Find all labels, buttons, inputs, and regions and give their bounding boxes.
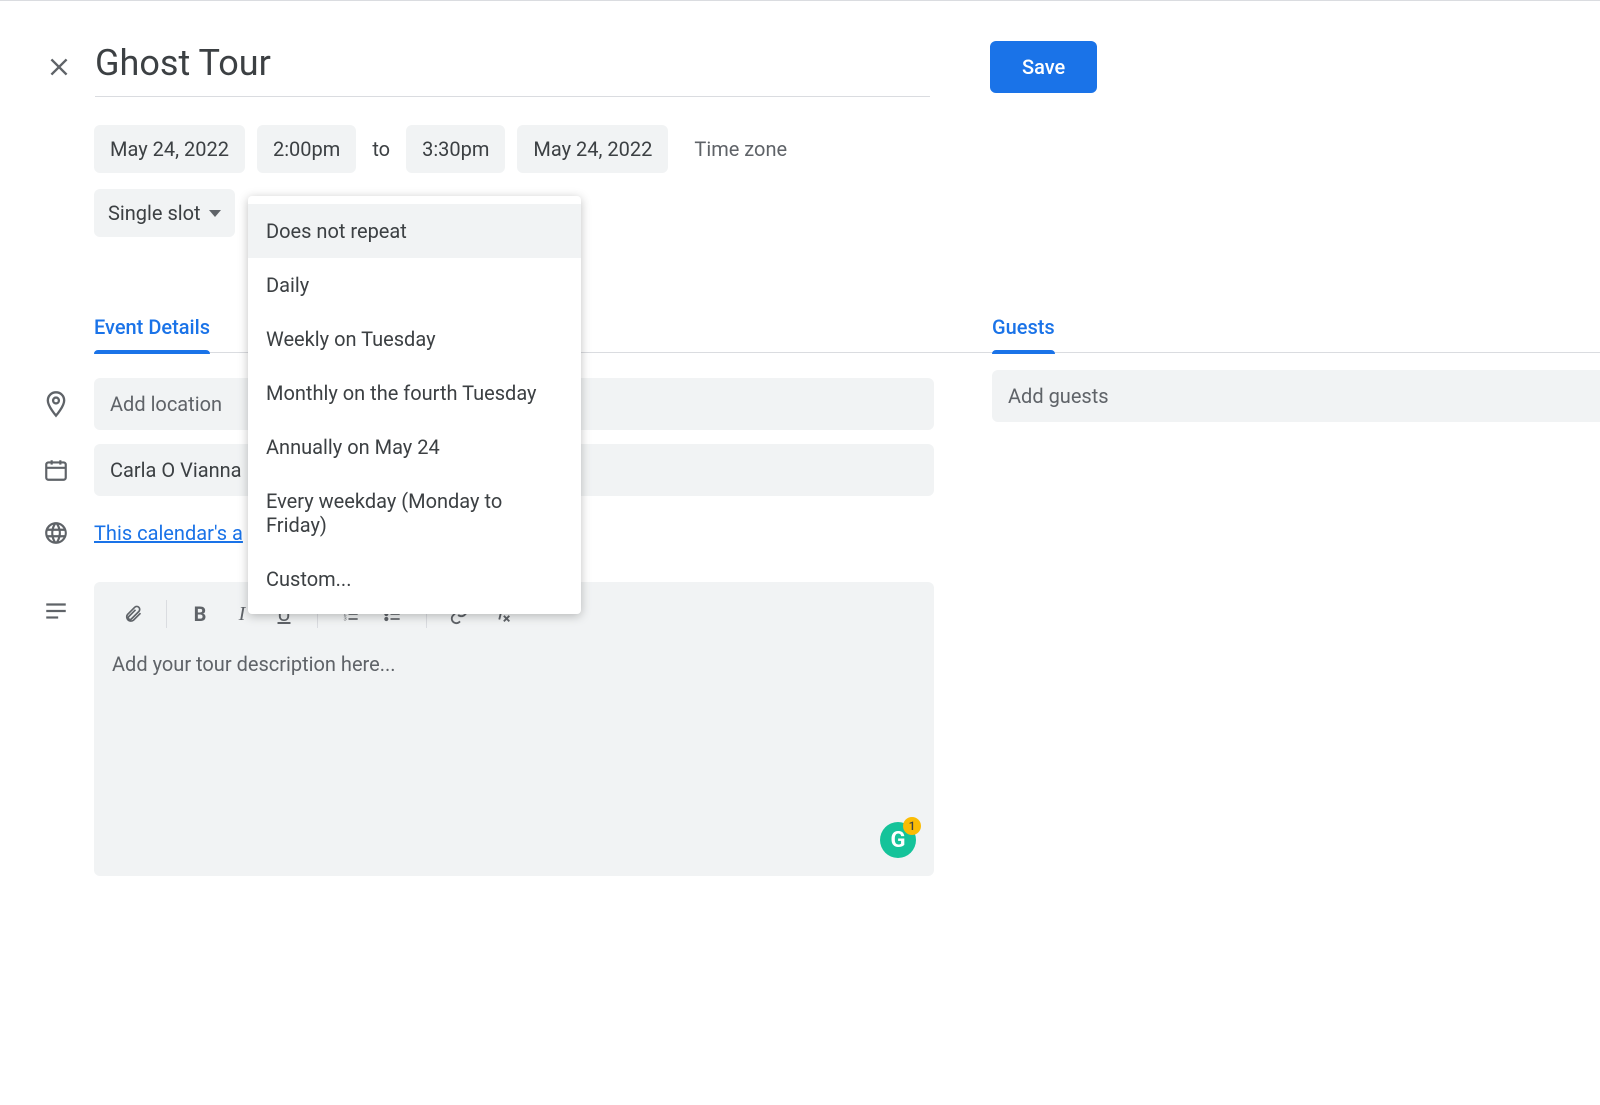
grammarly-letter: G: [891, 828, 906, 853]
repeat-option-weekday[interactable]: Every weekday (Monday to Friday): [248, 474, 581, 552]
calendar-icon: [43, 457, 69, 483]
close-icon: [46, 54, 72, 80]
repeat-dropdown-menu: Does not repeat Daily Weekly on Tuesday …: [248, 196, 581, 614]
location-icon: [42, 390, 70, 418]
repeat-option-daily[interactable]: Daily: [248, 258, 581, 312]
svg-text:3: 3: [344, 617, 347, 623]
repeat-option-does-not-repeat[interactable]: Does not repeat: [248, 204, 581, 258]
repeat-option-monthly[interactable]: Monthly on the fourth Tuesday: [248, 366, 581, 420]
timezone-button[interactable]: Time zone: [680, 137, 787, 161]
description-box: B I U 1 2 3: [94, 582, 934, 876]
end-date-chip[interactable]: May 24, 2022: [517, 125, 668, 173]
availability-link[interactable]: This calendar's a: [94, 521, 243, 545]
toolbar-separator: [166, 600, 167, 628]
to-label: to: [368, 137, 394, 161]
event-title-input[interactable]: [95, 36, 930, 97]
grammarly-count: 1: [903, 817, 921, 835]
start-date-chip[interactable]: May 24, 2022: [94, 125, 245, 173]
save-button[interactable]: Save: [990, 41, 1097, 93]
paperclip-icon: [123, 603, 143, 625]
tab-guests[interactable]: Guests: [992, 315, 1055, 353]
guests-input[interactable]: [992, 370, 1600, 422]
repeat-option-custom[interactable]: Custom...: [248, 552, 581, 606]
description-icon: [43, 598, 69, 624]
tab-event-details[interactable]: Event Details: [94, 315, 210, 353]
globe-icon: [43, 520, 69, 546]
grammarly-badge[interactable]: G 1: [880, 822, 916, 858]
start-time-chip[interactable]: 2:00pm: [257, 125, 356, 173]
bold-button[interactable]: B: [179, 596, 221, 632]
slot-type-label: Single slot: [108, 201, 201, 225]
repeat-option-weekly[interactable]: Weekly on Tuesday: [248, 312, 581, 366]
end-time-chip[interactable]: 3:30pm: [406, 125, 505, 173]
attachment-button[interactable]: [112, 596, 154, 632]
description-textarea[interactable]: Add your tour description here...: [94, 646, 934, 876]
chevron-down-icon: [209, 210, 221, 217]
close-button[interactable]: [35, 43, 83, 91]
slot-type-dropdown[interactable]: Single slot: [94, 189, 235, 237]
repeat-option-annually[interactable]: Annually on May 24: [248, 420, 581, 474]
